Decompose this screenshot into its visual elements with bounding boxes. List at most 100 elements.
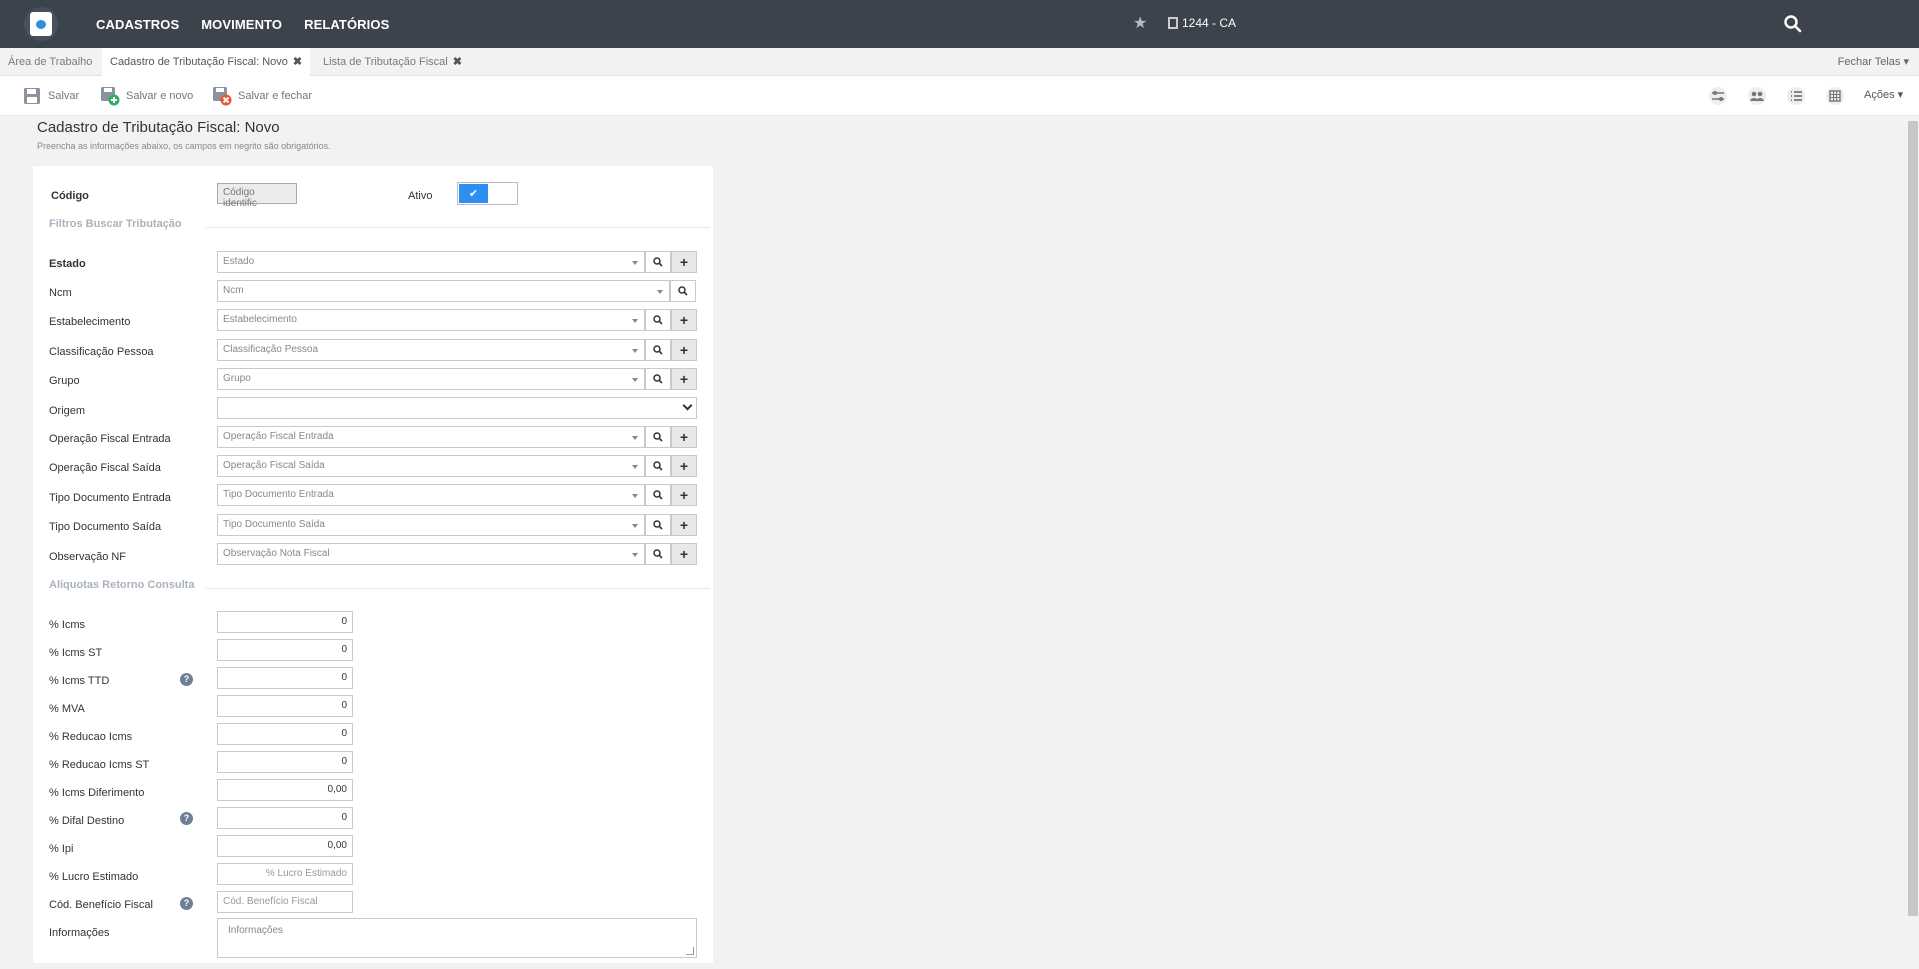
icms-input[interactable]: 0 [217, 611, 353, 633]
reducao-icms-input[interactable]: 0 [217, 723, 353, 745]
plus-icon: + [679, 458, 689, 474]
ipi-input[interactable]: 0,00 [217, 835, 353, 857]
divider [205, 227, 710, 228]
estado-search-button[interactable] [645, 251, 671, 273]
cod-beneficio-fiscal-input[interactable]: Cód. Benefício Fiscal [217, 891, 353, 913]
icms-st-input[interactable]: 0 [217, 639, 353, 661]
tipo-documento-entrada-combo[interactable]: Tipo Documento Entrada [217, 484, 645, 506]
reducao-icms-st-input[interactable]: 0 [217, 751, 353, 773]
mva-label: % MVA [49, 703, 85, 715]
estabelecimento-combo[interactable]: Estabelecimento [217, 309, 645, 331]
save-new-icon [101, 87, 120, 106]
tipo-documento-entrada-add-button[interactable]: + [671, 484, 697, 506]
company-selector[interactable]: 1244 - CA [1168, 16, 1236, 30]
page-subtitle: Preencha as informações abaixo, os campo… [37, 141, 331, 151]
menu-relatorios[interactable]: RELATÓRIOS [304, 17, 389, 32]
ativo-toggle[interactable]: ✔ [457, 182, 518, 205]
top-navbar: CADASTROS MOVIMENTO RELATÓRIOS ★ 1244 - … [0, 0, 1919, 48]
codigo-identificador-button[interactable]: Código identific [217, 183, 297, 209]
help-icon[interactable]: ? [180, 812, 193, 825]
difal-destino-input[interactable]: 0 [217, 807, 353, 829]
section-aliquotas: Alíquotas Retorno Consulta [49, 579, 195, 591]
tab-cadastro-tributacao[interactable]: Cadastro de Tributação Fiscal: Novo ✖ [102, 48, 311, 76]
estabelecimento-label: Estabelecimento [49, 316, 131, 328]
search-icon [678, 286, 688, 296]
observacao-nf-combo[interactable]: Observação Nota Fiscal [217, 543, 645, 565]
tipo-documento-saida-search-button[interactable] [645, 514, 671, 536]
list-view-icon[interactable] [1785, 86, 1807, 106]
plus-icon: + [679, 371, 689, 387]
estabelecimento-search-button[interactable] [645, 309, 671, 331]
plus-icon: + [679, 254, 689, 270]
tipo-documento-saida-add-button[interactable]: + [671, 514, 697, 536]
menu-movimento[interactable]: MOVIMENTO [201, 17, 282, 32]
informacoes-textarea[interactable]: Informações [217, 918, 697, 958]
grupo-search-button[interactable] [645, 368, 671, 390]
origem-select[interactable] [217, 397, 697, 419]
actions-dropdown[interactable]: Ações ▾ [1864, 88, 1903, 101]
filter-settings-icon[interactable] [1707, 86, 1729, 106]
icms-diferimento-label: % Icms Diferimento [49, 787, 145, 799]
ipi-label: % Ipi [49, 843, 74, 855]
save-and-close-button[interactable]: Salvar e fechar [212, 84, 312, 108]
classificacao-pessoa-add-button[interactable]: + [671, 339, 697, 361]
operacao-fiscal-saida-combo[interactable]: Operação Fiscal Saída [217, 455, 645, 477]
operacao-fiscal-saida-label: Operação Fiscal Saída [49, 462, 161, 474]
icms-ttd-input[interactable]: 0 [217, 667, 353, 689]
close-all-tabs-dropdown[interactable]: Fechar Telas ▾ [1838, 48, 1909, 76]
observacao-nf-add-button[interactable]: + [671, 543, 697, 565]
operacao-fiscal-entrada-search-button[interactable] [645, 426, 671, 448]
tipo-documento-saida-combo[interactable]: Tipo Documento Saída [217, 514, 645, 536]
search-icon [653, 549, 663, 559]
search-icon[interactable] [1783, 14, 1803, 34]
ncm-combo[interactable]: Ncm [217, 280, 670, 302]
close-tab-icon[interactable]: ✖ [453, 56, 462, 68]
operacao-fiscal-saida-add-button[interactable]: + [671, 455, 697, 477]
estado-label: Estado [49, 258, 86, 270]
grupo-label: Grupo [49, 375, 80, 387]
ncm-search-button[interactable] [670, 280, 696, 302]
observacao-nf-search-button[interactable] [645, 543, 671, 565]
operacao-fiscal-saida-search-button[interactable] [645, 455, 671, 477]
tipo-documento-saida-label: Tipo Documento Saída [49, 521, 162, 533]
save-button[interactable]: Salvar [22, 84, 79, 108]
users-icon[interactable] [1746, 86, 1768, 106]
operacao-fiscal-entrada-label: Operação Fiscal Entrada [49, 433, 171, 445]
tipo-documento-entrada-search-button[interactable] [645, 484, 671, 506]
classificacao-pessoa-combo[interactable]: Classificação Pessoa [217, 339, 645, 361]
tab-area-trabalho[interactable]: Área de Trabalho [0, 48, 100, 76]
mva-input[interactable]: 0 [217, 695, 353, 717]
estado-combo[interactable]: Estado [217, 251, 645, 273]
lucro-estimado-input[interactable]: % Lucro Estimado [217, 863, 353, 885]
origem-label: Origem [49, 405, 86, 417]
codigo-label: Código [51, 190, 89, 202]
reducao-icms-st-label: % Reducao Icms ST [49, 759, 150, 771]
search-icon [653, 315, 663, 325]
menu-cadastros[interactable]: CADASTROS [96, 17, 179, 32]
close-tab-icon[interactable]: ✖ [293, 56, 302, 68]
operacao-fiscal-entrada-add-button[interactable]: + [671, 426, 697, 448]
operacao-fiscal-entrada-combo[interactable]: Operação Fiscal Entrada [217, 426, 645, 448]
observacao-nf-label: Observação NF [49, 551, 127, 563]
classificacao-pessoa-search-button[interactable] [645, 339, 671, 361]
grupo-add-button[interactable]: + [671, 368, 697, 390]
icms-diferimento-input[interactable]: 0,00 [217, 779, 353, 801]
resize-handle[interactable] [686, 947, 694, 955]
estado-add-button[interactable]: + [671, 251, 697, 273]
estabelecimento-add-button[interactable]: + [671, 309, 697, 331]
reducao-icms-label: % Reducao Icms [49, 731, 133, 743]
help-icon[interactable]: ? [180, 673, 193, 686]
grupo-combo[interactable]: Grupo [217, 368, 645, 390]
save-and-new-button[interactable]: Salvar e novo [100, 84, 193, 108]
scrollbar-thumb[interactable] [1908, 121, 1918, 916]
tab-lista-tributacao[interactable]: Lista de Tributação Fiscal ✖ [315, 48, 470, 76]
plus-icon: + [679, 312, 689, 328]
app-logo[interactable] [24, 7, 58, 41]
favorite-star-icon[interactable]: ★ [1133, 13, 1147, 33]
help-icon[interactable]: ? [180, 897, 193, 910]
check-icon: ✔ [459, 184, 488, 203]
plus-icon: + [679, 546, 689, 562]
divider [205, 588, 710, 589]
icms-ttd-label: % Icms TTD [49, 675, 110, 687]
table-view-icon[interactable] [1824, 86, 1846, 106]
